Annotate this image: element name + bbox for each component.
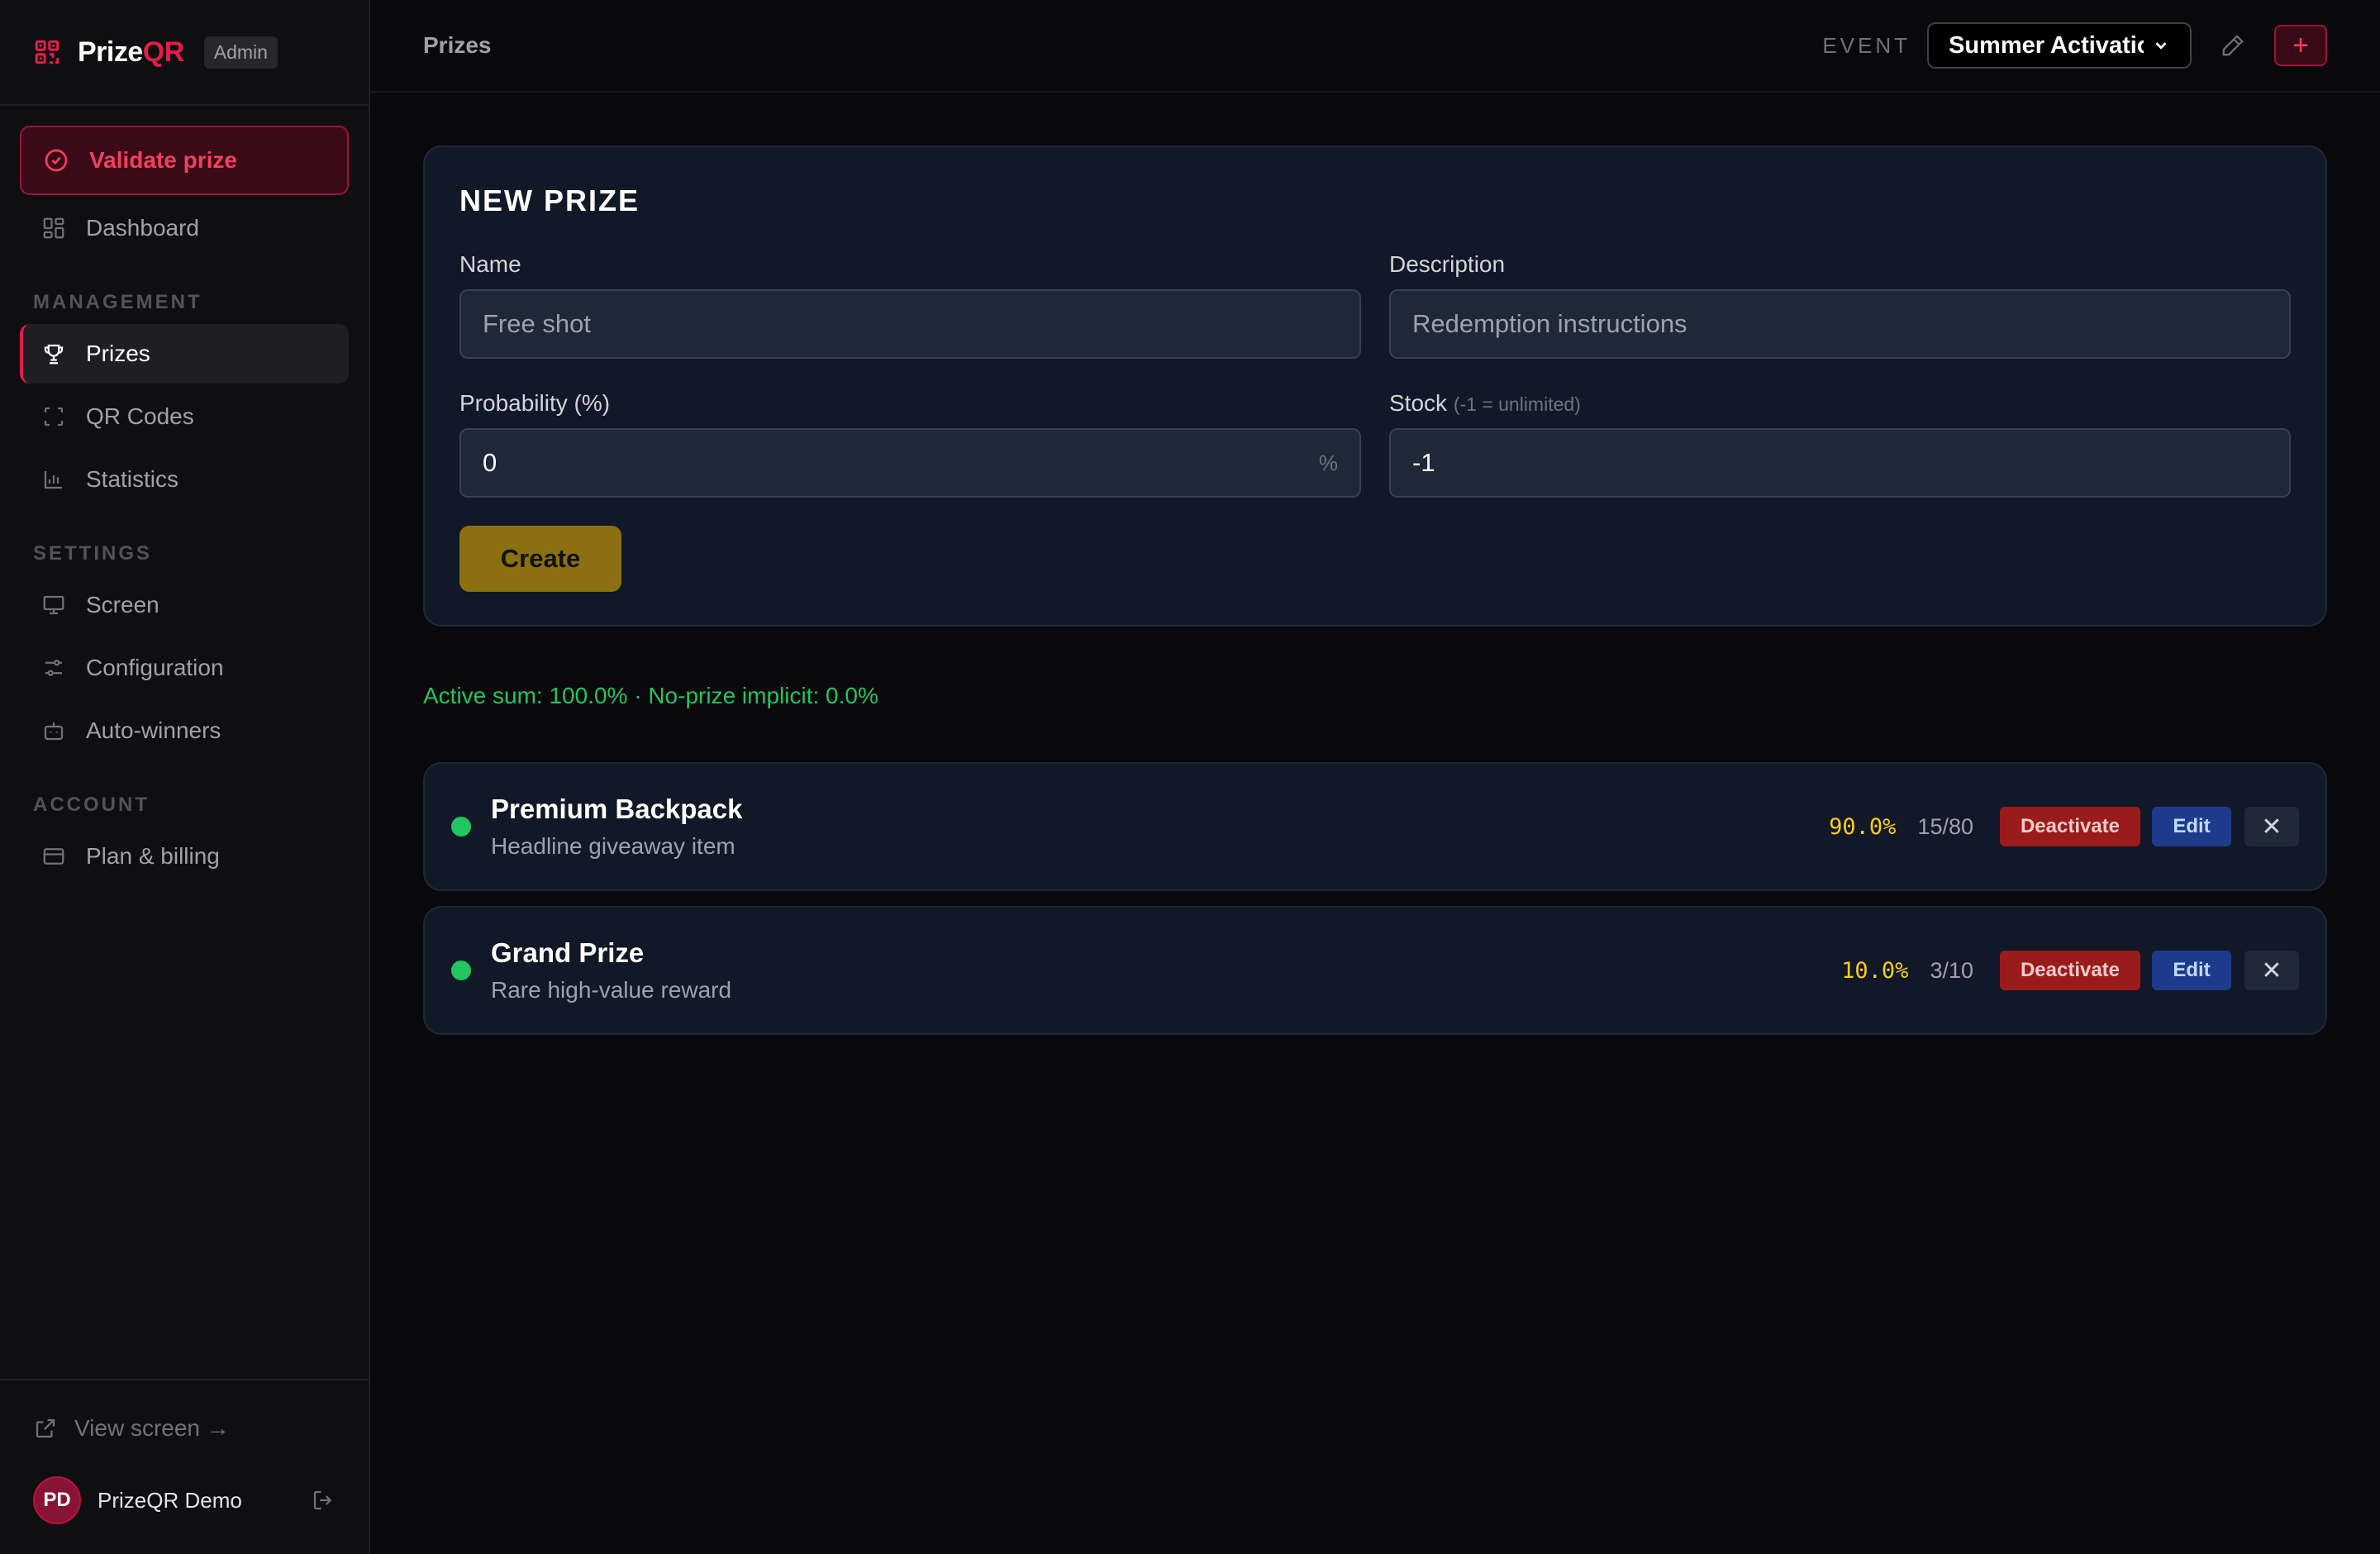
bar-chart-icon (44, 471, 62, 489)
prize-description: Rare high-value reward (491, 977, 732, 1003)
stock-label-row: Stock (-1 = unlimited) (1389, 390, 2291, 417)
validate-prize-button[interactable]: Validate prize (20, 126, 349, 195)
prize-stock: 15/80 (1917, 813, 1973, 839)
prize-info: Premium Backpack Headline giveaway item (491, 794, 1829, 860)
sidebar-footer: View screen → PD PrizeQR Demo (0, 1379, 369, 1554)
prize-row: Grand Prize Rare high-value reward 10.0%… (423, 906, 2327, 1035)
sidebar-item-label: Auto-winners (86, 717, 221, 743)
view-screen-label: View screen → (74, 1415, 230, 1441)
deactivate-button[interactable]: Deactivate (2000, 807, 2140, 846)
credit-card-icon (43, 848, 64, 865)
active-status-dot (451, 817, 471, 837)
deactivate-button[interactable]: Deactivate (2000, 951, 2140, 990)
sidebar-item-label: Configuration (86, 655, 224, 680)
stock-hint: (-1 = unlimited) (1453, 393, 1581, 415)
edit-button[interactable]: Edit (2152, 951, 2231, 990)
sidebar-item-plan-billing[interactable]: Plan & billing (20, 827, 349, 886)
sidebar-item-qr-codes[interactable]: QR Codes (20, 387, 349, 446)
monitor-icon (43, 595, 64, 615)
edit-event-button[interactable] (2210, 22, 2256, 69)
sidebar-item-auto-winners[interactable]: Auto-winners (20, 701, 349, 760)
page-title: Prizes (423, 32, 492, 58)
create-button[interactable]: Create (459, 526, 621, 592)
content: NEW PRIZE Name Free shot Description Red… (370, 93, 2380, 1050)
edit-button[interactable]: Edit (2152, 807, 2231, 846)
name-input[interactable]: Free shot (459, 289, 1361, 359)
description-input[interactable]: Redemption instructions (1389, 289, 2291, 359)
probability-field-group: Probability (%) 0 % (459, 390, 1361, 498)
scan-icon (44, 407, 64, 427)
sidebar-item-label: Dashboard (86, 215, 199, 241)
validate-prize-label: Validate prize (89, 147, 237, 173)
probability-input[interactable]: 0 % (459, 428, 1361, 498)
probability-value: 0 (483, 448, 497, 477)
logout-icon[interactable] (311, 1488, 336, 1513)
sidebar: PrizeQR Admin Validate prize Dashboard M… (0, 0, 370, 1554)
sidebar-item-label: Statistics (86, 466, 179, 492)
avatar: PD (33, 1476, 81, 1524)
name-label: Name (459, 251, 521, 277)
sidebar-item-label: Prizes (86, 341, 150, 366)
pencil-icon (2222, 35, 2244, 56)
stock-field-group: Stock (-1 = unlimited) -1 (1389, 390, 2291, 498)
sidebar-item-prizes[interactable]: Prizes (20, 324, 349, 384)
probability-unit: % (1318, 450, 1338, 475)
event-select-value: Summer Activation (1949, 31, 2144, 59)
top-bar: Prizes EVENT Summer Activation + (370, 0, 2380, 93)
description-field-group: Description Redemption instructions (1389, 251, 2291, 359)
section-label-management: MANAGEMENT (33, 291, 202, 313)
prize-row: Premium Backpack Headline giveaway item … (423, 762, 2327, 891)
new-prize-title: NEW PRIZE (459, 184, 640, 217)
probability-summary: Active sum: 100.0% · No-prize implicit: … (423, 683, 878, 708)
sidebar-item-label: Plan & billing (86, 843, 220, 869)
new-prize-card: NEW PRIZE Name Free shot Description Red… (423, 145, 2327, 627)
chevron-down-icon (2155, 42, 2167, 50)
brand-header: PrizeQR Admin (0, 0, 369, 106)
probability-label: Probability (%) (459, 390, 611, 416)
prize-name: Premium Backpack (491, 794, 743, 824)
stock-label: Stock (1389, 390, 1448, 416)
section-label-account: ACCOUNT (33, 794, 150, 816)
prize-probability: 10.0% (1841, 957, 1909, 984)
sidebar-item-label: QR Codes (86, 403, 194, 429)
sidebar-item-screen[interactable]: Screen (20, 575, 349, 635)
user-row: PD PrizeQR Demo (33, 1471, 336, 1529)
sidebar-item-label: Screen (86, 592, 159, 617)
delete-button[interactable]: ✕ (2244, 807, 2299, 846)
qr-code-icon (35, 40, 60, 64)
add-event-button[interactable]: + (2274, 25, 2327, 66)
active-status-dot (451, 961, 471, 980)
grid-icon (43, 217, 64, 239)
user-name: PrizeQR Demo (98, 1487, 242, 1513)
stock-input[interactable]: -1 (1389, 428, 2291, 498)
sidebar-item-statistics[interactable]: Statistics (20, 450, 349, 509)
app-root: PrizeQR Admin Validate prize Dashboard M… (0, 0, 2380, 1554)
brand-name: PrizeQR (78, 36, 184, 68)
main-area: Prizes EVENT Summer Activation + NEW PRI… (370, 0, 2380, 1554)
sidebar-item-configuration[interactable]: Configuration (20, 638, 349, 698)
prize-info: Grand Prize Rare high-value reward (491, 937, 1841, 1003)
trophy-icon (44, 344, 64, 365)
sidebar-item-dashboard[interactable]: Dashboard (20, 198, 349, 258)
prize-probability: 90.0% (1829, 813, 1897, 840)
prize-description: Headline giveaway item (491, 833, 735, 859)
prize-stock: 3/10 (1930, 957, 1973, 983)
admin-badge: Admin (203, 36, 278, 69)
prize-list: Premium Backpack Headline giveaway item … (423, 762, 2327, 1035)
description-label: Description (1389, 251, 1506, 277)
sidebar-nav: Validate prize Dashboard MANAGEMENT Priz… (0, 106, 369, 1379)
sliders-icon (45, 660, 62, 676)
check-circle-icon (45, 149, 68, 172)
section-label-settings: SETTINGS (33, 542, 153, 565)
external-link-icon (36, 1418, 55, 1438)
view-screen-link[interactable]: View screen → (33, 1400, 336, 1456)
event-label: EVENT (1822, 32, 1911, 58)
prize-name: Grand Prize (491, 937, 645, 968)
delete-button[interactable]: ✕ (2244, 951, 2299, 990)
new-prize-form: Name Free shot Description Redemption in… (459, 251, 2291, 529)
event-select[interactable]: Summer Activation (1927, 22, 2192, 69)
bot-icon (44, 722, 64, 741)
name-field-group: Name Free shot (459, 251, 1361, 359)
